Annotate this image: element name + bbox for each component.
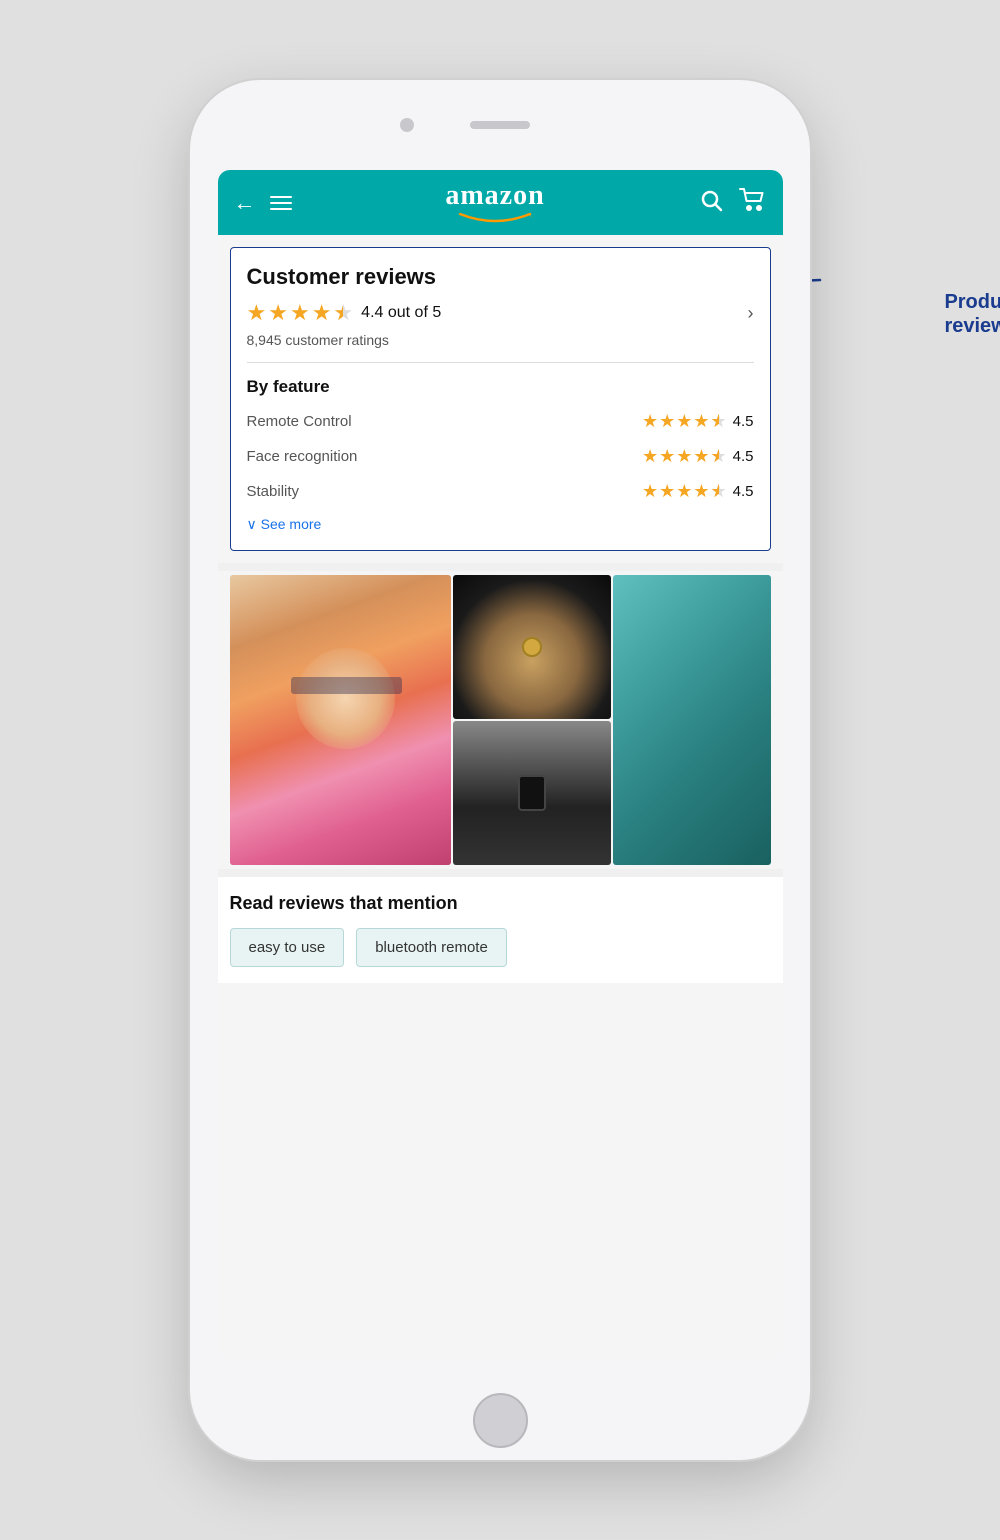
phone-camera [400,118,414,132]
star-4: ★ [312,300,332,326]
home-button[interactable] [473,1393,528,1448]
f-star-1: ★ [642,411,658,432]
overall-stars: ★ ★ ★ ★ ★ ★ [247,300,354,326]
fs-star-1: ★ [642,481,658,502]
device-dot [522,637,542,657]
photo-right-column [453,575,611,865]
amazon-smile-icon [455,210,535,224]
star-2: ★ [268,300,288,326]
phone-top [190,80,810,170]
reviews-card: Customer reviews ★ ★ ★ ★ ★ ★ 4.4 [230,247,771,551]
amazon-logo-text: amazon [445,182,544,210]
ff-star-2: ★ [659,446,675,467]
photo-device-top[interactable] [453,575,611,719]
ff-star-3: ★ [676,446,692,467]
customer-ratings-count: 8,945 customer ratings [247,332,754,348]
feature-rating-face: 4.5 [733,448,754,465]
device-bottom-content [453,721,611,865]
fs-star-4: ★ [693,481,709,502]
header-icons [699,188,767,218]
feature-row-stability[interactable]: Stability ★ ★ ★ ★ ★ ★ 4.5 [247,481,754,502]
ff-star-4: ★ [693,446,709,467]
fs-star-2: ★ [659,481,675,502]
menu-button[interactable] [270,196,292,210]
tag-bluetooth-remote[interactable]: bluetooth remote [356,928,507,967]
feature-stars-stability: ★ ★ ★ ★ ★ ★ [642,481,727,502]
phone-screen: ← amazon [218,170,783,1360]
feature-stars-remote: ★ ★ ★ ★ ★ ★ [642,411,727,432]
phone-speaker [470,121,530,129]
overall-rating-value: 4.4 out of 5 [361,304,441,322]
feature-row-remote[interactable]: Remote Control ★ ★ ★ ★ ★ ★ 4.5 [247,411,754,432]
section-divider-2 [218,869,783,877]
feature-rating-stability: 4.5 [733,483,754,500]
amazon-header: ← amazon [218,170,783,235]
feature-stars-face: ★ ★ ★ ★ ★ ★ [642,446,727,467]
back-button[interactable]: ← [234,190,256,216]
f-star-3: ★ [676,411,692,432]
device-top-content [453,575,611,719]
read-reviews-section: Read reviews that mention easy to use bl… [218,877,783,983]
menu-line-3 [270,208,292,210]
photo-person-content [230,575,451,865]
rating-chevron[interactable]: › [748,303,754,324]
f-star-2: ★ [659,411,675,432]
phone-bottom [473,1380,528,1460]
ff-star-1: ★ [642,446,658,467]
tag-easy-to-use[interactable]: easy to use [230,928,345,967]
by-feature-title: By feature [247,377,754,397]
photo-far-right[interactable] [613,575,771,865]
photo-main[interactable] [230,575,451,865]
f-star-5-half: ★ ★ [711,411,727,432]
see-more-link[interactable]: ∨ See more [247,516,322,532]
feature-row-face[interactable]: Face recognition ★ ★ ★ ★ ★ ★ 4.5 [247,446,754,467]
star-5-half: ★ ★ [333,300,353,326]
f-star-4: ★ [693,411,709,432]
read-reviews-title: Read reviews that mention [230,893,771,914]
amazon-logo: amazon [306,182,685,224]
annotation-label: Productreviews [944,290,1000,338]
overall-rating-row: ★ ★ ★ ★ ★ ★ 4.4 out of 5 › [247,300,754,326]
search-button[interactable] [699,188,723,218]
content-area: Customer reviews ★ ★ ★ ★ ★ ★ 4.4 [218,235,783,1360]
feature-name-stability: Stability [247,483,417,500]
device-slot [518,775,546,811]
photo-device-bottom[interactable] [453,721,611,865]
reviews-divider [247,362,754,363]
fs-star-3: ★ [676,481,692,502]
fs-star-5-half: ★ ★ [711,481,727,502]
teal-content [613,575,771,865]
cart-button[interactable] [739,188,767,218]
phone-shell: ← amazon [190,80,810,1460]
ff-star-5-half: ★ ★ [711,446,727,467]
feature-name-remote: Remote Control [247,413,417,430]
star-3: ★ [290,300,310,326]
menu-line-1 [270,196,292,198]
feature-name-face: Face recognition [247,448,417,465]
review-tags: easy to use bluetooth remote [230,928,771,967]
reviews-title: Customer reviews [247,264,754,290]
feature-rating-remote: 4.5 [733,413,754,430]
star-1: ★ [247,300,267,326]
photo-grid [218,575,783,865]
menu-line-2 [270,202,292,204]
section-divider-1 [218,563,783,571]
page-wrapper: Productreviews ← amazon [0,0,1000,1540]
